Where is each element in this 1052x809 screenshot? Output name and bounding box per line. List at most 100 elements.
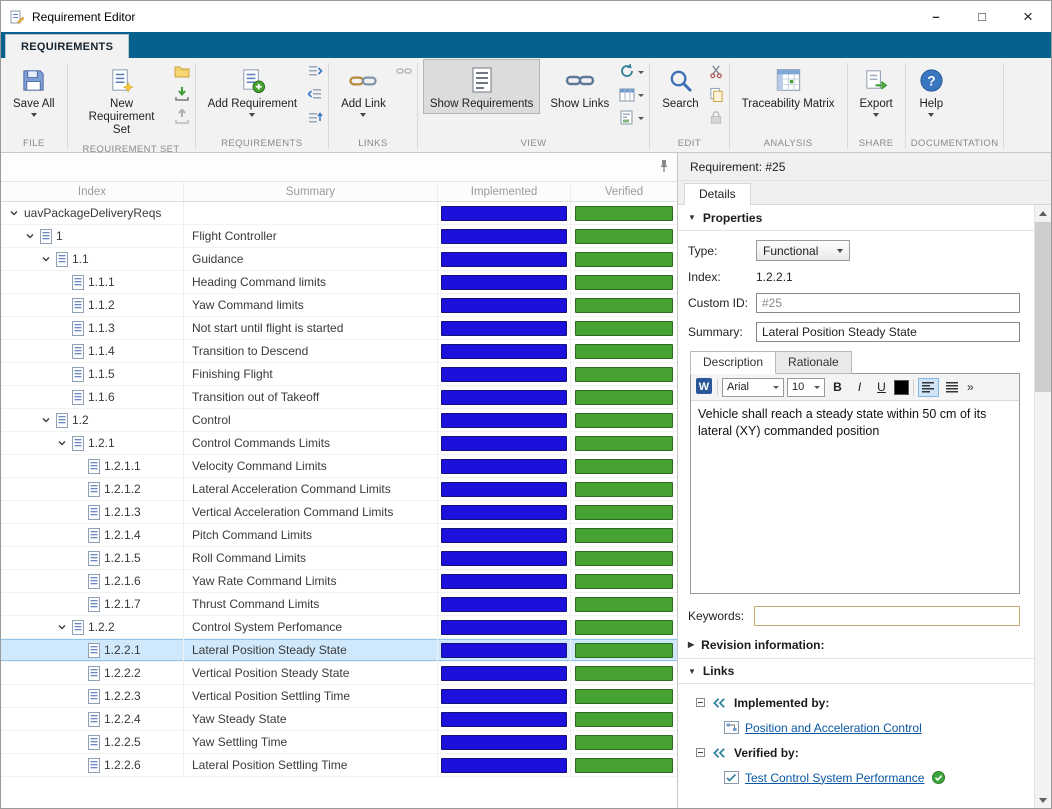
align-justify-button[interactable] — [942, 378, 963, 397]
table-header: Index Summary Implemented Verified — [1, 181, 677, 202]
italic-button[interactable]: I — [850, 378, 869, 397]
section-label-edit: EDIT — [655, 135, 723, 152]
view-options-button[interactable] — [619, 110, 644, 127]
table-row[interactable]: 1.2.2.4Yaw Steady State — [1, 708, 677, 731]
description-editor[interactable]: Vehicle shall reach a steady state withi… — [691, 401, 1019, 593]
scroll-down-button[interactable] — [1035, 792, 1051, 808]
tab-rationale[interactable]: Rationale — [776, 351, 852, 374]
help-button[interactable]: ? Help — [911, 59, 952, 120]
chevron-down-icon[interactable] — [55, 438, 69, 448]
align-left-button[interactable] — [918, 378, 939, 397]
import-icon — [174, 86, 190, 105]
custom-id-input[interactable] — [756, 293, 1020, 313]
minimize-button[interactable]: – — [913, 1, 959, 32]
font-color-swatch[interactable] — [894, 380, 909, 395]
scrollbar-thumb[interactable] — [1035, 222, 1051, 392]
chevron-down-icon[interactable] — [39, 415, 53, 425]
table-row[interactable]: 1.2.1.2Lateral Acceleration Command Limi… — [1, 478, 677, 501]
row-index: 1.2.1.2 — [104, 482, 141, 496]
chevron-down-icon[interactable] — [55, 622, 69, 632]
search-button[interactable]: Search — [655, 59, 705, 114]
link[interactable]: Position and Acceleration Control — [745, 721, 922, 735]
chevron-down-icon[interactable] — [39, 254, 53, 264]
toolbar-overflow-button[interactable]: » — [967, 380, 974, 394]
table-row[interactable]: 1.2.1.6Yaw Rate Command Limits — [1, 570, 677, 593]
open-requirement-set-button[interactable] — [174, 64, 190, 81]
table-row[interactable]: 1.2.2.1Lateral Position Steady State — [1, 639, 677, 662]
scroll-up-button[interactable] — [1035, 205, 1051, 221]
table-row[interactable]: 1.2.2Control System Perfomance — [1, 616, 677, 639]
requirement-icon — [88, 459, 101, 474]
table-row[interactable]: 1.2.1.7Thrust Command Limits — [1, 593, 677, 616]
type-dropdown[interactable]: Functional — [756, 240, 850, 261]
tab-details[interactable]: Details — [684, 183, 751, 205]
close-button[interactable]: × — [1005, 1, 1051, 32]
table-row[interactable]: 1.2.1.5Roll Command Limits — [1, 547, 677, 570]
table-row[interactable]: uavPackageDeliveryReqs — [1, 202, 677, 225]
table-row[interactable]: 1.1.3Not start until flight is started — [1, 317, 677, 340]
columns-button[interactable] — [619, 87, 644, 104]
table-row[interactable]: 1.2.2.5Yaw Settling Time — [1, 731, 677, 754]
demote-requirement-button[interactable] — [307, 64, 323, 81]
revision-information-header[interactable]: ▶ Revision information: — [678, 631, 1034, 658]
table-row[interactable]: 1.2.2.6Lateral Position Settling Time — [1, 754, 677, 777]
table-row[interactable]: 1.1Guidance — [1, 248, 677, 271]
column-header-index[interactable]: Index — [1, 182, 184, 201]
properties-section-header[interactable]: ▼ Properties — [678, 205, 1034, 231]
table-row[interactable]: 1.1.4Transition to Descend — [1, 340, 677, 363]
bold-button[interactable]: B — [828, 378, 847, 397]
table-row[interactable]: 1Flight Controller — [1, 225, 677, 248]
column-header-verified[interactable]: Verified — [571, 182, 677, 201]
chevron-down-icon[interactable] — [23, 231, 37, 241]
table-row[interactable]: 1.1.6Transition out of Takeoff — [1, 386, 677, 409]
new-requirement-set-button[interactable]: New Requirement Set — [73, 59, 171, 141]
summary-input[interactable] — [756, 322, 1020, 342]
pin-icon[interactable] — [658, 159, 670, 176]
add-link-button[interactable]: Add Link — [334, 59, 393, 120]
move-requirement-button[interactable] — [307, 110, 323, 127]
delete-link-button[interactable] — [396, 64, 412, 81]
show-requirements-button[interactable]: Show Requirements — [423, 59, 541, 114]
cut-button[interactable] — [709, 64, 724, 81]
add-requirement-button[interactable]: Add Requirement — [201, 59, 305, 120]
tab-description[interactable]: Description — [690, 351, 776, 374]
collapse-box-icon[interactable] — [696, 698, 705, 707]
export-set-button[interactable] — [174, 110, 190, 127]
table-row[interactable]: 1.2.2.3Vertical Position Settling Time — [1, 685, 677, 708]
lock-button[interactable] — [709, 110, 724, 127]
column-header-summary[interactable]: Summary — [184, 182, 438, 201]
table-row[interactable]: 1.2.1.1Velocity Command Limits — [1, 455, 677, 478]
import-button[interactable] — [174, 87, 190, 104]
table-row[interactable]: 1.1.5Finishing Flight — [1, 363, 677, 386]
traceability-matrix-button[interactable]: Traceability Matrix — [735, 59, 842, 114]
copy-button[interactable] — [709, 87, 724, 104]
table-row[interactable]: 1.2.2.2Vertical Position Steady State — [1, 662, 677, 685]
table-row[interactable]: 1.1.1Heading Command limits — [1, 271, 677, 294]
details-scrollbar[interactable] — [1034, 205, 1051, 808]
chevron-down-icon[interactable] — [7, 208, 21, 218]
word-icon[interactable]: W — [695, 377, 713, 398]
scrollbar-track[interactable] — [1035, 221, 1051, 792]
refresh-view-button[interactable] — [619, 64, 644, 81]
underline-button[interactable]: U — [872, 378, 891, 397]
link[interactable]: Test Control System Performance — [745, 771, 924, 785]
ribbon-section-documentation: ? Help DOCUMENTATION — [906, 58, 1004, 152]
maximize-button[interactable]: □ — [959, 1, 1005, 32]
links-section-header[interactable]: ▼ Links — [678, 658, 1034, 684]
traceability-matrix-label: Traceability Matrix — [742, 98, 835, 111]
tab-requirements[interactable]: REQUIREMENTS — [5, 34, 129, 58]
table-row[interactable]: 1.2Control — [1, 409, 677, 432]
export-button[interactable]: Export — [853, 59, 900, 120]
keywords-input[interactable] — [754, 606, 1020, 626]
promote-requirement-button[interactable] — [307, 87, 323, 104]
column-header-implemented[interactable]: Implemented — [438, 182, 571, 201]
show-links-button[interactable]: Show Links — [543, 59, 616, 114]
save-all-button[interactable]: Save All — [6, 59, 62, 120]
table-row[interactable]: 1.2.1Control Commands Limits — [1, 432, 677, 455]
table-row[interactable]: 1.1.2Yaw Command limits — [1, 294, 677, 317]
table-row[interactable]: 1.2.1.4Pitch Command Limits — [1, 524, 677, 547]
collapse-box-icon[interactable] — [696, 748, 705, 757]
font-family-select[interactable]: Arial — [722, 378, 784, 397]
table-row[interactable]: 1.2.1.3Vertical Acceleration Command Lim… — [1, 501, 677, 524]
font-size-select[interactable]: 10 — [787, 378, 825, 397]
